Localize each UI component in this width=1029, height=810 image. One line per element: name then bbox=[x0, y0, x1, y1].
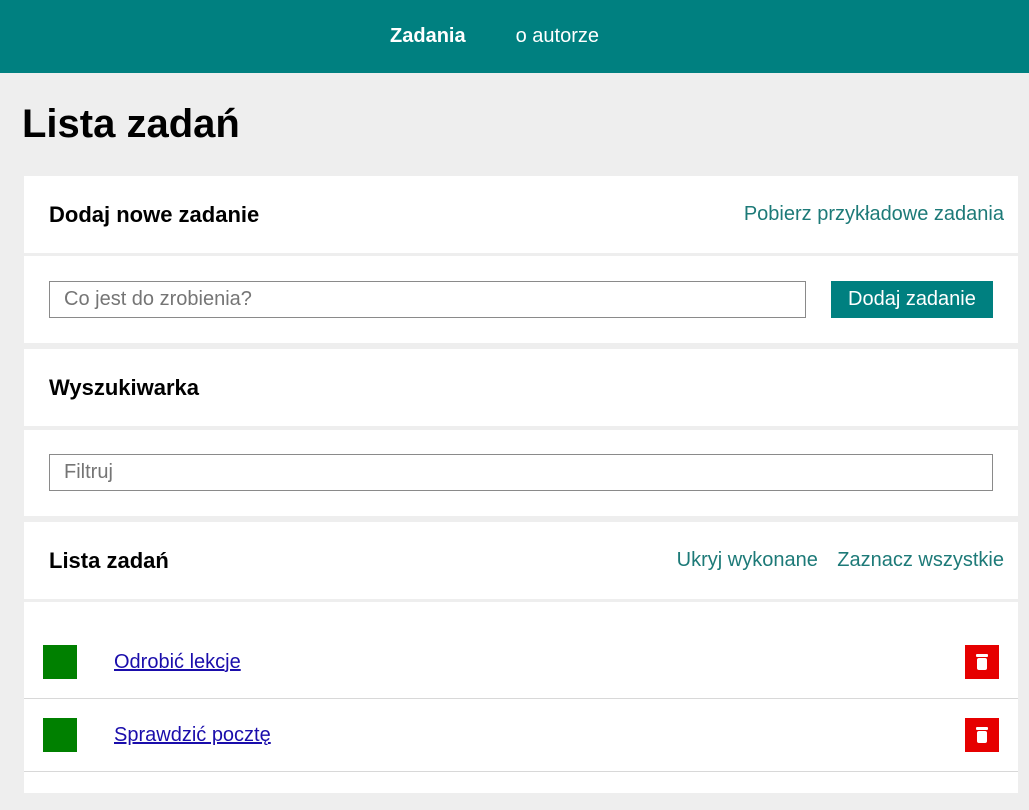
task-list-actions: Ukryj wykonane Zaznacz wszystkie bbox=[677, 549, 1004, 572]
task-title[interactable]: Odrobić lekcje bbox=[114, 651, 241, 674]
new-task-input[interactable] bbox=[49, 281, 806, 318]
add-task-header: Dodaj nowe zadanie Pobierz przykładowe z… bbox=[24, 176, 1018, 253]
task-list-header: Lista zadań Ukryj wykonane Zaznacz wszys… bbox=[24, 522, 1018, 599]
nav-link-zadania[interactable]: Zadania bbox=[390, 25, 466, 48]
filter-input[interactable] bbox=[49, 454, 993, 491]
search-header: Wyszukiwarka bbox=[24, 349, 1018, 426]
add-task-button[interactable]: Dodaj zadanie bbox=[831, 281, 993, 318]
search-form bbox=[24, 430, 1018, 516]
task-list-title: Lista zadań bbox=[49, 547, 169, 573]
search-title: Wyszukiwarka bbox=[49, 374, 200, 400]
task-row: Odrobić lekcje bbox=[24, 626, 1018, 699]
nav-link-o-autorze[interactable]: o autorze bbox=[516, 25, 599, 48]
task-title[interactable]: Sprawdzić pocztę bbox=[114, 724, 271, 747]
select-all-link[interactable]: Zaznacz wszystkie bbox=[837, 549, 1004, 571]
trash-icon[interactable] bbox=[965, 645, 999, 679]
page-title: Lista zadań bbox=[22, 102, 240, 146]
hide-completed-link[interactable]: Ukryj wykonane bbox=[677, 549, 818, 571]
add-task-title: Dodaj nowe zadanie bbox=[49, 201, 260, 227]
trash-icon[interactable] bbox=[965, 718, 999, 752]
load-sample-tasks-link[interactable]: Pobierz przykładowe zadania bbox=[744, 203, 1004, 226]
top-navigation: Zadania o autorze bbox=[0, 0, 1029, 73]
task-row: Sprawdzić pocztę bbox=[24, 699, 1018, 772]
add-task-form: Dodaj zadanie bbox=[24, 256, 1018, 343]
checkbox-icon[interactable] bbox=[43, 718, 77, 752]
task-list: Odrobić lekcje Sprawdzić pocztę bbox=[24, 602, 1018, 793]
checkbox-icon[interactable] bbox=[43, 645, 77, 679]
